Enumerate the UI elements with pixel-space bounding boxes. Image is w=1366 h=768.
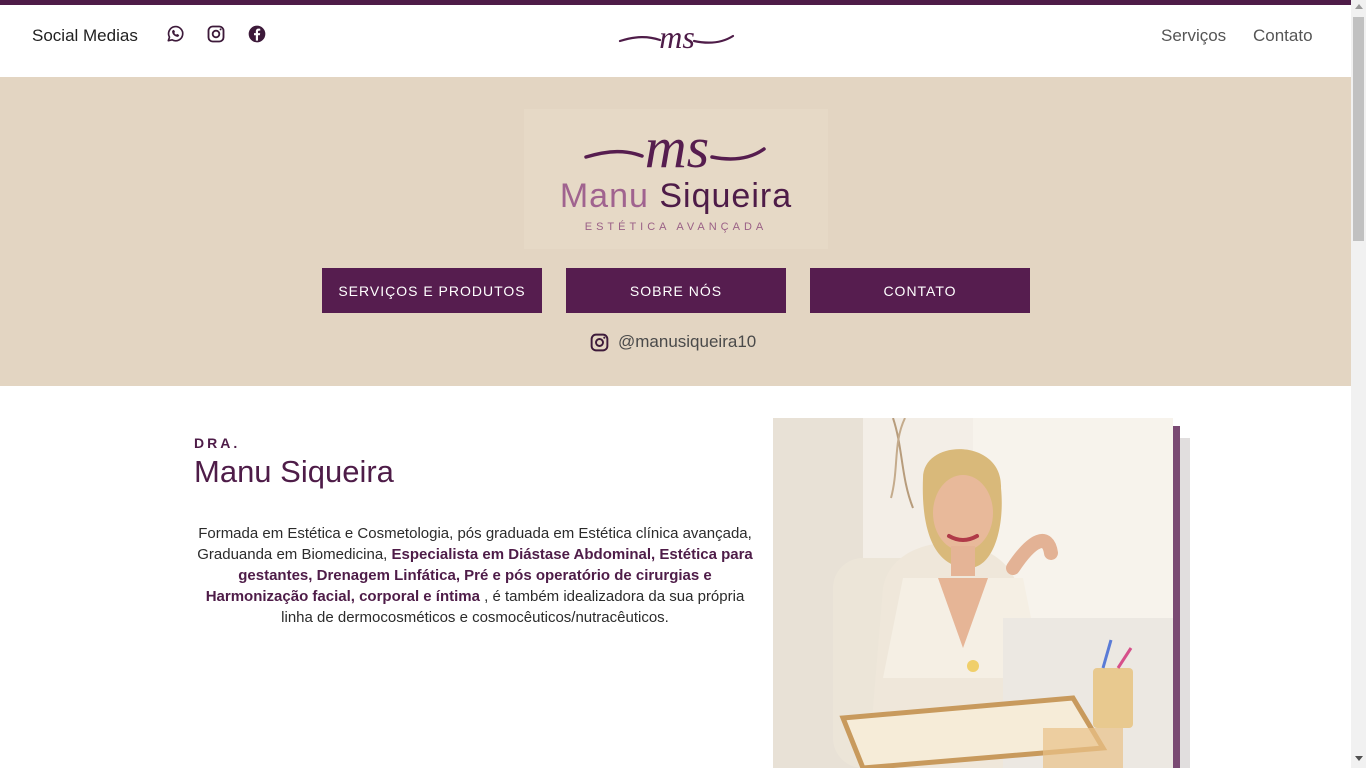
- page-scrollbar[interactable]: [1351, 0, 1366, 768]
- doctor-title-prefix: DRA.: [194, 435, 241, 451]
- whatsapp-icon[interactable]: [165, 24, 185, 44]
- hero-section: ms Manu Siqueira ESTÉTICA AVANÇADA SERVI…: [0, 77, 1351, 386]
- scroll-up-arrow-icon[interactable]: [1355, 4, 1363, 9]
- nav-contato-link[interactable]: Contato: [1253, 26, 1313, 46]
- sobre-nos-button[interactable]: SOBRE NÓS: [566, 268, 786, 313]
- photo-accent-bar: [1173, 426, 1180, 768]
- ms-monogram-logo[interactable]: ms: [618, 19, 736, 55]
- brand-tagline: ESTÉTICA AVANÇADA: [584, 221, 768, 233]
- about-section: DRA. Manu Siqueira Formada em Estética e…: [0, 386, 1351, 768]
- instagram-icon: [589, 332, 610, 353]
- svg-text:ms: ms: [659, 19, 695, 55]
- site-header: Social Medias ms Serviços Contato: [0, 5, 1351, 77]
- contato-button[interactable]: CONTATO: [810, 268, 1030, 313]
- instagram-handle-text: @manusiqueira10: [618, 332, 757, 351]
- scroll-down-arrow-icon[interactable]: [1355, 756, 1363, 761]
- brand-logo-card: ms Manu Siqueira ESTÉTICA AVANÇADA: [524, 109, 828, 249]
- instagram-handle-link[interactable]: @manusiqueira10: [589, 330, 756, 354]
- instagram-icon[interactable]: [206, 24, 226, 44]
- brand-monogram: ms: [584, 115, 768, 180]
- doctor-bio: Formada em Estética e Cosmetologia, pós …: [192, 523, 758, 628]
- brand-name-second: Siqueira: [659, 177, 793, 215]
- brand-name: Manu Siqueira: [524, 177, 828, 216]
- social-medias-label: Social Medias: [32, 26, 138, 45]
- svg-text:ms: ms: [645, 121, 709, 177]
- scrollbar-thumb[interactable]: [1353, 17, 1364, 241]
- nav-servicos-link[interactable]: Serviços: [1161, 26, 1226, 46]
- doctor-name: Manu Siqueira: [194, 454, 394, 489]
- doctor-photo: [773, 418, 1173, 768]
- brand-name-first: Manu: [559, 177, 649, 215]
- page: Social Medias ms Serviços Contato ms Man…: [0, 0, 1351, 768]
- servicos-produtos-button[interactable]: SERVIÇOS E PRODUTOS: [322, 268, 542, 313]
- facebook-icon[interactable]: [247, 24, 267, 44]
